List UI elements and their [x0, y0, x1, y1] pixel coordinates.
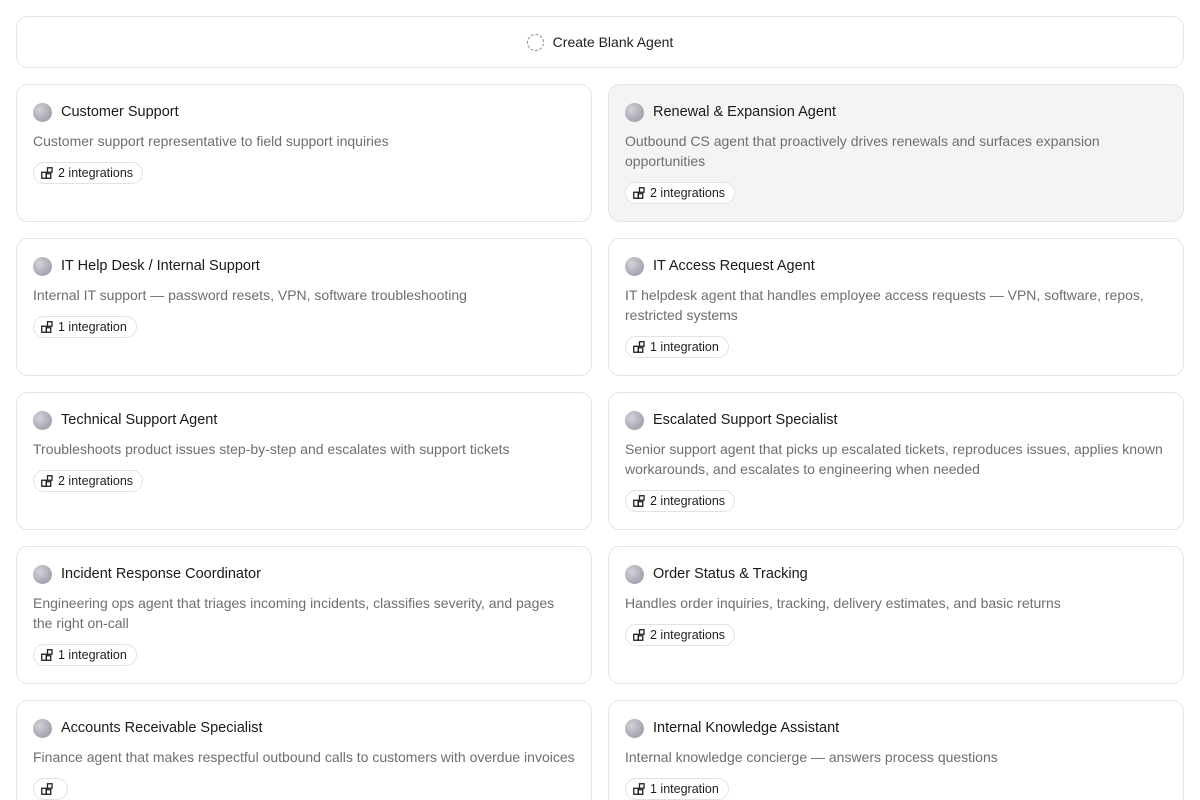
integrations-count: 2 integrations	[58, 166, 134, 180]
agent-title: IT Help Desk / Internal Support	[61, 258, 260, 274]
integrations-icon	[633, 187, 645, 199]
agent-card-it-access-request[interactable]: IT Access Request Agent IT helpdesk agen…	[608, 238, 1184, 376]
integrations-count: 1 integration	[58, 320, 127, 334]
agent-card-technical-support[interactable]: Technical Support Agent Troubleshoots pr…	[16, 392, 592, 530]
integrations-icon	[633, 629, 645, 641]
integrations-badge: 2 integrations	[33, 162, 144, 184]
agent-title: Escalated Support Specialist	[653, 412, 838, 428]
integrations-count: 1 integration	[650, 782, 719, 796]
integrations-count: 2 integrations	[650, 494, 726, 508]
integrations-count: 2 integrations	[650, 628, 726, 642]
integrations-count: 1 integration	[650, 340, 719, 354]
agent-avatar-icon	[33, 410, 52, 430]
agent-description: Senior support agent that picks up escal…	[625, 441, 1163, 477]
integrations-count: 2 integrations	[58, 474, 134, 488]
agent-description: Handles order inquiries, tracking, deliv…	[625, 595, 1061, 611]
agent-card-accounts-receivable[interactable]: Accounts Receivable Specialist Finance a…	[16, 700, 592, 800]
integrations-icon	[633, 341, 645, 353]
agent-avatar-icon	[33, 256, 52, 276]
agent-description: Engineering ops agent that triages incom…	[33, 595, 555, 631]
integrations-badge: 1 integration	[625, 778, 729, 800]
integrations-badge: 1 integration	[625, 336, 729, 358]
agent-avatar-icon	[625, 256, 644, 276]
integrations-badge: 2 integrations	[625, 624, 736, 646]
agent-card-escalated-support[interactable]: Escalated Support Specialist Senior supp…	[608, 392, 1184, 530]
agent-avatar-icon	[625, 718, 644, 738]
integrations-badge	[33, 778, 68, 800]
agent-avatar-icon	[625, 410, 644, 430]
integrations-icon	[41, 649, 53, 661]
agent-description: Outbound CS agent that proactively drive…	[625, 133, 1100, 169]
dashed-circle-icon	[526, 33, 544, 51]
agent-avatar-icon	[625, 102, 644, 122]
integrations-badge: 1 integration	[33, 644, 137, 666]
integrations-badge: 2 integrations	[33, 470, 144, 492]
agent-title: Incident Response Coordinator	[61, 566, 261, 582]
agent-description: Troubleshoots product issues step-by-ste…	[33, 441, 510, 457]
agent-description: IT helpdesk agent that handles employee …	[625, 287, 1144, 323]
agent-description: Internal IT support — password resets, V…	[33, 287, 467, 303]
integrations-badge: 1 integration	[33, 316, 137, 338]
agent-avatar-icon	[33, 718, 52, 738]
agent-card-internal-knowledge[interactable]: Internal Knowledge Assistant Internal kn…	[608, 700, 1184, 800]
agent-title: Customer Support	[61, 104, 179, 120]
agent-card-renewal-expansion[interactable]: Renewal & Expansion Agent Outbound CS ag…	[608, 84, 1184, 222]
agent-title: Internal Knowledge Assistant	[653, 720, 840, 736]
agent-card-order-status[interactable]: Order Status & Tracking Handles order in…	[608, 546, 1184, 684]
agent-description: Customer support representative to field…	[33, 133, 389, 149]
create-blank-agent-label: Create Blank Agent	[552, 34, 674, 50]
agent-card-it-help-desk[interactable]: IT Help Desk / Internal Support Internal…	[16, 238, 592, 376]
agent-title: IT Access Request Agent	[653, 258, 815, 274]
agent-title: Accounts Receivable Specialist	[61, 720, 263, 736]
integrations-count: 2 integrations	[650, 186, 726, 200]
agent-title: Technical Support Agent	[61, 412, 218, 428]
agent-templates-page: Create Blank Agent Customer Support Cust…	[0, 0, 1200, 800]
agent-title: Renewal & Expansion Agent	[653, 104, 836, 120]
agent-avatar-icon	[33, 564, 52, 584]
integrations-badge: 2 integrations	[625, 490, 736, 512]
integrations-icon	[41, 321, 53, 333]
integrations-badge: 2 integrations	[625, 182, 736, 204]
integrations-icon	[633, 783, 645, 795]
agent-description: Finance agent that makes respectful outb…	[33, 749, 575, 765]
agent-description: Internal knowledge concierge — answers p…	[625, 749, 998, 765]
agent-card-customer-support[interactable]: Customer Support Customer support repres…	[16, 84, 592, 222]
agent-template-grid: Customer Support Customer support repres…	[16, 84, 1184, 800]
integrations-count: 1 integration	[58, 648, 127, 662]
integrations-icon	[633, 495, 645, 507]
agent-avatar-icon	[625, 564, 644, 584]
integrations-icon	[41, 475, 53, 487]
integrations-icon	[41, 167, 53, 179]
integrations-icon	[41, 783, 53, 795]
agent-avatar-icon	[33, 102, 52, 122]
agent-card-incident-response[interactable]: Incident Response Coordinator Engineerin…	[16, 546, 592, 684]
create-blank-agent-button[interactable]: Create Blank Agent	[16, 16, 1184, 68]
agent-title: Order Status & Tracking	[653, 566, 808, 582]
